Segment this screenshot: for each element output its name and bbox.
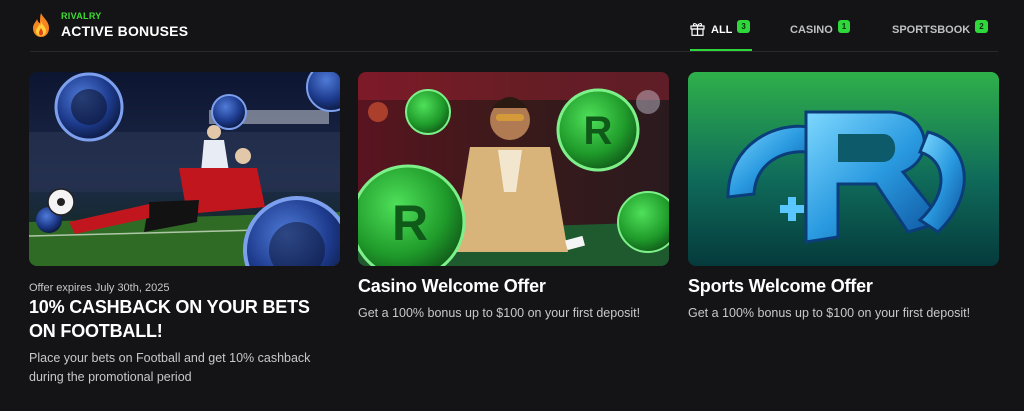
tab-all[interactable]: ALL 3 [690, 18, 750, 52]
svg-text:R: R [584, 109, 613, 153]
gift-icon [690, 23, 705, 36]
card-title[interactable]: Casino Welcome Offer [358, 275, 669, 299]
tab-all-label: ALL [711, 24, 733, 36]
tab-sportsbook-count-badge: 2 [975, 20, 988, 33]
bonus-card-football[interactable]: Offer expires July 30th, 2025 10% CASHBA… [29, 72, 340, 388]
card-title[interactable]: 10% CASHBACK ON YOUR BETS ON FOOTBALL! [29, 296, 340, 344]
bonus-card-sports[interactable]: Sports Welcome Offer Get a 100% bonus up… [688, 72, 999, 323]
bonus-card-casino[interactable]: R R Casino Welcome Offer Get a 100% bonu… [358, 72, 669, 323]
card-description: Get a 100% bonus up to $100 on your firs… [358, 305, 641, 320]
tab-sportsbook-label: SPORTSBOOK [892, 24, 971, 36]
card-description: Place your bets on Football and get 10% … [29, 350, 311, 385]
tab-sportsbook[interactable]: SPORTSBOOK 2 [892, 18, 988, 52]
header-divider [30, 51, 998, 52]
header: RIVALRY ACTIVE BONUSES ALL 3 CASINO 1 SP… [0, 0, 1024, 52]
tab-casino-label: CASINO [790, 24, 833, 36]
tab-casino[interactable]: CASINO 1 [790, 18, 851, 52]
svg-text:R: R [392, 195, 428, 251]
football-promo-image[interactable] [29, 72, 340, 266]
card-description: Get a 100% bonus up to $100 on your firs… [688, 305, 971, 320]
tab-all-count-badge: 3 [737, 20, 750, 33]
tab-casino-count-badge: 1 [837, 20, 851, 33]
card-title[interactable]: Sports Welcome Offer [688, 275, 999, 299]
offer-expiry: Offer expires July 30th, 2025 [29, 282, 170, 294]
sports-promo-image[interactable] [688, 72, 999, 266]
casino-promo-image[interactable]: R R [358, 72, 669, 266]
bonus-tabs: ALL 3 CASINO 1 SPORTSBOOK 2 [0, 18, 1024, 52]
